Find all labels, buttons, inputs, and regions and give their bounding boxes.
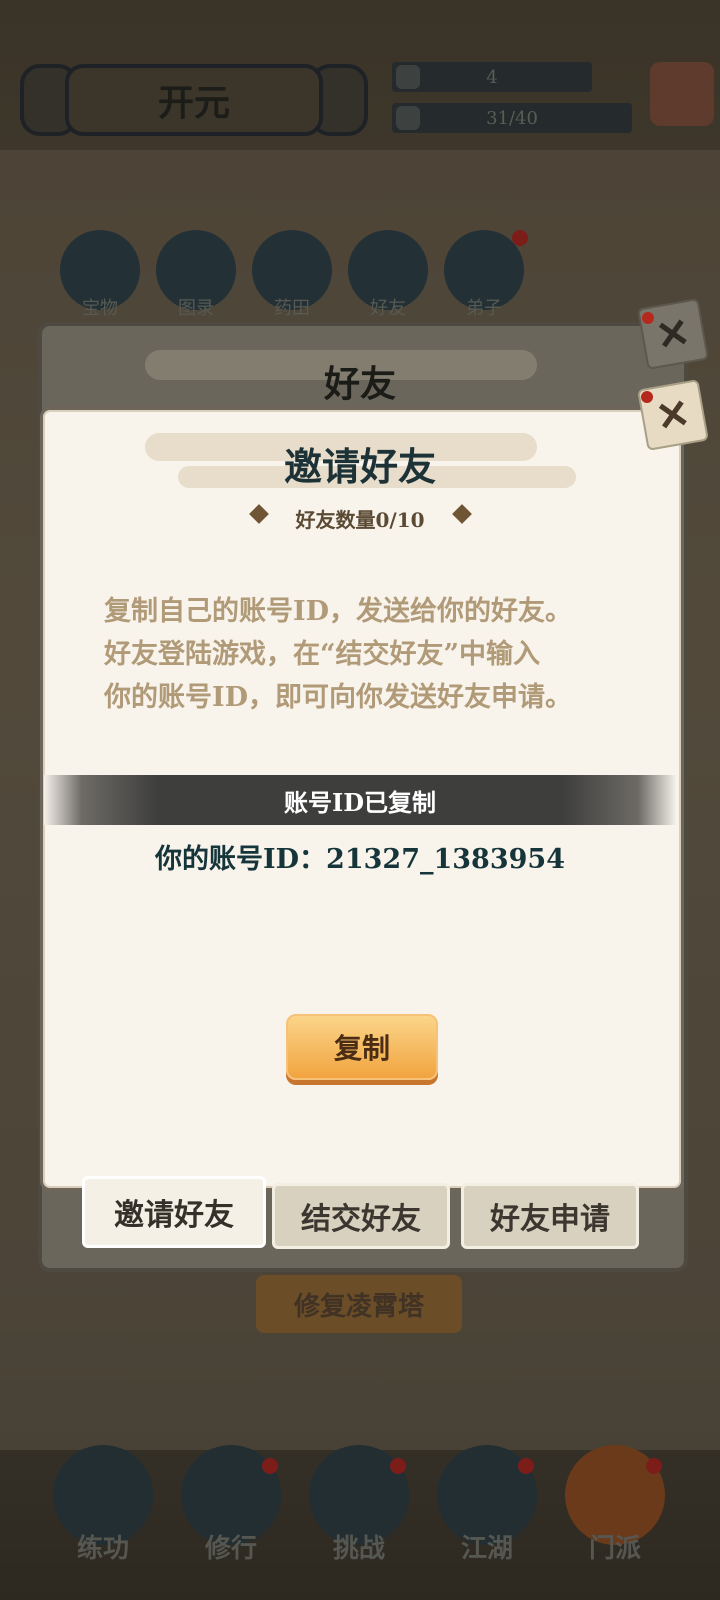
dialog-title: 邀请好友 <box>283 444 436 489</box>
restore-tower-button[interactable]: 修复凌霄塔 <box>256 1275 462 1333</box>
quick-item-label: 弟子 <box>466 298 502 319</box>
notification-dot <box>390 1458 406 1474</box>
tab-label: 结交好友 <box>301 1202 421 1237</box>
realm-banner: 开元 <box>10 50 370 140</box>
quick-item-label: 好友 <box>370 298 406 319</box>
notification-dot <box>512 230 528 246</box>
top-bar: 开元 4 31/40 <box>0 40 720 150</box>
tab-friend-requests[interactable]: 好友申请 <box>461 1183 639 1249</box>
tab-make-friends[interactable]: 结交好友 <box>272 1183 450 1249</box>
nav-item-label: 江湖 <box>460 1534 513 1564</box>
quick-item-label: 图录 <box>178 298 214 319</box>
close-icon: ✕ <box>652 307 694 361</box>
quick-item-treasure[interactable]: 宝物 <box>60 230 140 320</box>
description-line: 好友登陆游戏，在“结交好友”中输入 <box>104 639 541 670</box>
nav-item-label: 门派 <box>588 1534 641 1564</box>
invite-description: 复制自己的账号ID，发送给你的好友。 好友登陆游戏，在“结交好友”中输入 你的账… <box>104 590 624 719</box>
treasure-chest-icon[interactable] <box>650 62 714 126</box>
friends-panel-close-button[interactable]: ✕ <box>637 298 709 370</box>
nav-item-cultivation[interactable]: 修行 <box>176 1440 286 1570</box>
notification-dot <box>518 1458 534 1474</box>
quick-item-herb-field[interactable]: 药田 <box>252 230 332 320</box>
quick-item-friends[interactable]: 好友 <box>348 230 428 320</box>
nav-item-label: 练功 <box>76 1534 129 1564</box>
nav-item-challenge[interactable]: 挑战 <box>304 1440 414 1570</box>
realm-name-plate: 开元 <box>65 64 323 136</box>
gem-icon <box>396 65 420 89</box>
pin-icon <box>641 391 653 403</box>
copy-button[interactable]: 复制 <box>286 1014 438 1080</box>
quick-item-disciples[interactable]: 弟子 <box>444 230 528 320</box>
stat-gems: 4 <box>392 62 592 92</box>
friends-panel-title: 好友 <box>323 363 396 405</box>
notification-dot <box>646 1458 662 1474</box>
stat-capacity-value: 31/40 <box>486 107 538 129</box>
nav-item-jianghu[interactable]: 江湖 <box>432 1440 542 1570</box>
copied-toast-text: 账号ID已复制 <box>283 787 437 817</box>
nav-item-sect[interactable]: 门派 <box>560 1440 670 1570</box>
quick-item-label: 宝物 <box>82 298 118 319</box>
nav-item-label: 挑战 <box>332 1534 385 1564</box>
notification-dot <box>262 1458 278 1474</box>
description-line: 你的账号ID，即可向你发送好友申请。 <box>104 682 573 713</box>
stat-capacity: 31/40 <box>392 103 632 133</box>
bottom-nav: 练功 修行 挑战 江湖 门派 <box>0 1440 720 1590</box>
nav-item-label: 修行 <box>204 1534 257 1564</box>
quick-item-catalog[interactable]: 图录 <box>156 230 236 320</box>
stat-gems-value: 4 <box>486 66 498 88</box>
quick-item-label: 药田 <box>274 298 310 319</box>
tab-label: 好友申请 <box>490 1202 610 1237</box>
quick-menu: 宝物 图录 药田 好友 弟子 <box>60 230 560 320</box>
pin-icon <box>642 312 654 324</box>
tab-label: 邀请好友 <box>114 1198 234 1233</box>
description-line: 复制自己的账号ID，发送给你的好友。 <box>104 596 573 627</box>
copied-toast: 账号ID已复制 <box>44 775 676 825</box>
close-icon: ✕ <box>652 388 694 442</box>
friend-count: 好友数量0/10 <box>295 508 425 532</box>
shield-icon <box>396 106 420 130</box>
tab-invite-friends[interactable]: 邀请好友 <box>82 1176 266 1248</box>
nav-item-training[interactable]: 练功 <box>48 1440 158 1570</box>
realm-name: 开元 <box>157 82 230 124</box>
account-id: 你的账号ID：21327_1383954 <box>155 844 565 875</box>
